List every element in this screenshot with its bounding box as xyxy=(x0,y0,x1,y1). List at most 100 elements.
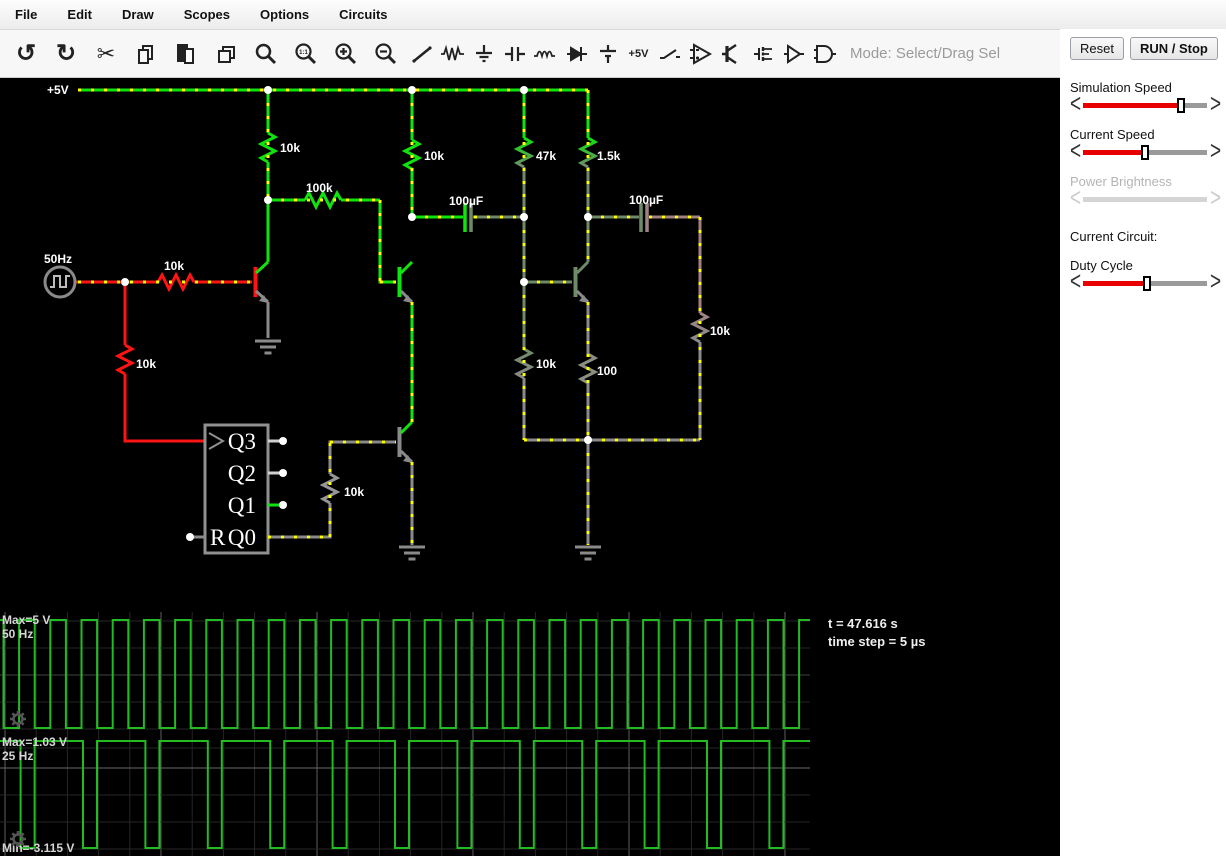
resistor-r10[interactable] xyxy=(156,271,196,293)
duplicate-button[interactable] xyxy=(206,37,246,71)
menu-bar: File Edit Draw Scopes Options Circuits xyxy=(0,0,1226,30)
menu-file[interactable]: File xyxy=(0,0,52,29)
resistor-r5-100k[interactable] xyxy=(268,189,396,284)
menu-circuits[interactable]: Circuits xyxy=(324,0,402,29)
menu-options[interactable]: Options xyxy=(245,0,324,29)
circuit-canvas[interactable]: Q3 Q2 Q1 Q0 R +5V 50Hz 10k 10k 47k 1.5k … xyxy=(0,78,1060,856)
cap2-label: 100µF xyxy=(629,193,663,207)
run-stop-button[interactable]: RUN / Stop xyxy=(1129,37,1218,60)
simulation-speed-slider[interactable]: < > xyxy=(1070,92,1221,118)
add-voltage-source-button[interactable] xyxy=(592,37,623,71)
transistor-q1[interactable] xyxy=(253,200,270,338)
cut-button[interactable]: ✂ xyxy=(86,37,126,71)
r4-label: 1.5k xyxy=(597,149,621,163)
scope-waveforms xyxy=(0,619,810,849)
chip-reset-label: R xyxy=(210,525,226,550)
add-diode-button[interactable] xyxy=(561,37,592,71)
slider-right-arrow-icon[interactable]: > xyxy=(1210,92,1221,118)
duty-cycle-slider[interactable]: < > xyxy=(1070,269,1221,295)
paste-icon xyxy=(177,43,194,64)
redo-button[interactable]: ↻ xyxy=(46,37,86,71)
scope-1[interactable]: Max=5 V 50 Hz xyxy=(2,613,50,727)
ground-3[interactable] xyxy=(575,545,601,561)
add-resistor-button[interactable] xyxy=(437,37,468,71)
slider-left-arrow-icon[interactable]: < xyxy=(1070,139,1081,165)
r5-label: 100k xyxy=(306,181,333,195)
slider-track[interactable] xyxy=(1083,275,1207,291)
zoom-in-icon xyxy=(335,42,357,64)
menu-draw[interactable]: Draw xyxy=(107,0,169,29)
transistor-q3[interactable] xyxy=(573,260,590,304)
bottom-rail[interactable] xyxy=(524,438,700,545)
q0-drive[interactable] xyxy=(268,440,396,539)
circuit-svg[interactable]: Q3 Q2 Q1 Q0 R +5V 50Hz 10k 10k 47k 1.5k … xyxy=(0,78,1060,856)
slider-right-arrow-icon[interactable]: > xyxy=(1210,269,1221,295)
r1-label: 10k xyxy=(280,141,300,155)
add-inverter-button[interactable] xyxy=(778,37,809,71)
wire-icon xyxy=(411,45,432,63)
opamp-icon xyxy=(689,42,712,65)
svg-text:1:1: 1:1 xyxy=(299,50,308,56)
r11-label: 10k xyxy=(136,357,156,371)
menu-edit[interactable]: Edit xyxy=(52,0,107,29)
add-capacitor-button[interactable] xyxy=(499,37,530,71)
add-transistor-button[interactable] xyxy=(716,37,747,71)
clock-input-icon xyxy=(208,432,226,450)
zoom-in-button[interactable] xyxy=(326,37,366,71)
chip-output-q2: Q2 xyxy=(228,461,256,486)
slider-handle[interactable] xyxy=(1141,144,1149,160)
add-switch-button[interactable] xyxy=(654,37,685,71)
transistor-q2[interactable] xyxy=(397,260,414,422)
menu-scopes[interactable]: Scopes xyxy=(169,0,245,29)
ground-2[interactable] xyxy=(399,545,425,561)
add-ground-button[interactable] xyxy=(468,37,499,71)
add-mosfet-button[interactable] xyxy=(747,37,778,71)
duty-cycle-label: Duty Cycle xyxy=(1070,258,1133,273)
add-wire-button[interactable] xyxy=(406,37,437,71)
slider-right-arrow-icon[interactable]: > xyxy=(1210,139,1221,165)
ground-1[interactable] xyxy=(255,339,281,355)
scissors-icon: ✂ xyxy=(96,40,116,66)
resistor-icon xyxy=(440,44,464,60)
output-load[interactable] xyxy=(689,217,711,440)
copy-button[interactable] xyxy=(126,37,166,71)
current-speed-slider[interactable]: < > xyxy=(1070,139,1221,165)
resistor-r8[interactable] xyxy=(689,311,711,344)
add-inductor-button[interactable] xyxy=(530,37,561,71)
scope1-settings-gear-icon[interactable] xyxy=(10,711,26,727)
square-wave-source[interactable] xyxy=(43,265,77,299)
resistor-r7[interactable] xyxy=(319,472,341,505)
reset-button[interactable]: Reset xyxy=(1070,37,1124,60)
zoom-out-button[interactable] xyxy=(366,37,406,71)
diode-icon xyxy=(566,45,587,62)
current-speed-label: Current Speed xyxy=(1070,127,1155,142)
scope1-max-label: Max=5 V xyxy=(2,613,50,627)
undo-button[interactable]: ↺ xyxy=(6,37,46,71)
search-button[interactable] xyxy=(246,37,286,71)
add-5v-button[interactable]: +5V xyxy=(623,37,654,71)
plus-5v-icon: +5V xyxy=(628,47,649,60)
resistor-r11[interactable] xyxy=(114,343,136,376)
counter-chip[interactable]: Q3 Q2 Q1 Q0 R xyxy=(193,423,281,555)
transistor-q4[interactable] xyxy=(397,420,414,545)
paste-button[interactable] xyxy=(166,37,206,71)
input-network[interactable] xyxy=(75,271,252,443)
zoom-100-button[interactable]: 1:1 xyxy=(286,37,326,71)
add-logic-gate-button[interactable] xyxy=(809,37,840,71)
slider-left-arrow-icon[interactable]: < xyxy=(1070,269,1081,295)
slider-track[interactable] xyxy=(1083,144,1207,160)
add-opamp-button[interactable] xyxy=(685,37,716,71)
slider-handle[interactable] xyxy=(1176,97,1185,113)
simulation-speed-label: Simulation Speed xyxy=(1070,80,1172,95)
bias-network[interactable] xyxy=(513,217,572,440)
slider-left-arrow-icon[interactable]: < xyxy=(1070,92,1081,118)
slider-handle[interactable] xyxy=(1143,275,1152,291)
source-label: 50Hz xyxy=(44,252,72,266)
zoom-100-icon: 1:1 xyxy=(295,42,317,64)
and-gate-icon xyxy=(813,44,836,63)
scope2-settings-gear-icon[interactable] xyxy=(10,831,26,847)
capacitor-cap2[interactable] xyxy=(588,203,700,232)
slider-track[interactable] xyxy=(1083,97,1207,113)
switch-icon xyxy=(659,48,680,59)
mosfet-icon xyxy=(753,46,772,61)
